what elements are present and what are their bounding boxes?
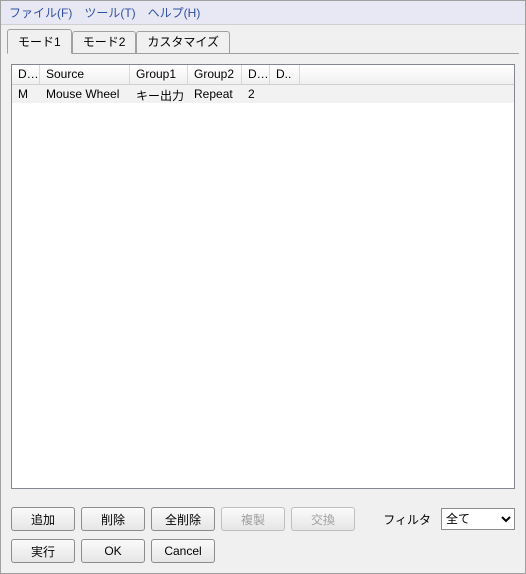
- col-d3[interactable]: D..: [270, 65, 300, 84]
- table-row[interactable]: M Mouse Wheel キー出力 Repeat 2: [12, 85, 514, 103]
- col-group1[interactable]: Group1: [130, 65, 188, 84]
- main-window: ファイル(F) ツール(T) ヘルプ(H) モード1 モード2 カスタマイズ D…: [0, 0, 526, 574]
- bottom-panel: 追加 削除 全削除 複製 交換 フィルタ 全て 実行 OK Cancel: [1, 499, 525, 573]
- menu-file[interactable]: ファイル(F): [9, 4, 72, 21]
- duplicate-button[interactable]: 複製: [221, 507, 285, 531]
- cell-group2: Repeat: [188, 85, 242, 103]
- delete-all-button[interactable]: 全削除: [151, 507, 215, 531]
- listview[interactable]: D.. Source Group1 Group2 D.. D.. M Mouse…: [11, 64, 515, 489]
- menu-help[interactable]: ヘルプ(H): [148, 4, 201, 21]
- listview-body[interactable]: M Mouse Wheel キー出力 Repeat 2: [12, 85, 514, 488]
- col-group2[interactable]: Group2: [188, 65, 242, 84]
- cancel-button[interactable]: Cancel: [151, 539, 215, 563]
- tab-mode1[interactable]: モード1: [7, 29, 72, 54]
- cell-d3: [270, 85, 300, 103]
- cell-group1: キー出力: [130, 85, 188, 103]
- tab-content: D.. Source Group1 Group2 D.. D.. M Mouse…: [1, 54, 525, 499]
- cell-source: Mouse Wheel: [40, 85, 130, 103]
- col-d2[interactable]: D..: [242, 65, 270, 84]
- button-row-1: 追加 削除 全削除 複製 交換 フィルタ 全て: [11, 507, 515, 531]
- swap-button[interactable]: 交換: [291, 507, 355, 531]
- tabstrip: モード1 モード2 カスタマイズ: [1, 25, 525, 53]
- col-source[interactable]: Source: [40, 65, 130, 84]
- cell-d1: M: [12, 85, 40, 103]
- execute-button[interactable]: 実行: [11, 539, 75, 563]
- col-d1[interactable]: D..: [12, 65, 40, 84]
- button-row-2: 実行 OK Cancel: [11, 539, 515, 563]
- cell-d2: 2: [242, 85, 270, 103]
- filter-label: フィルタ: [383, 511, 431, 528]
- filter-select[interactable]: 全て: [441, 508, 515, 530]
- add-button[interactable]: 追加: [11, 507, 75, 531]
- tab-customize[interactable]: カスタマイズ: [136, 31, 230, 53]
- menu-tool[interactable]: ツール(T): [84, 4, 135, 21]
- menubar: ファイル(F) ツール(T) ヘルプ(H): [1, 1, 525, 25]
- tab-mode2[interactable]: モード2: [72, 31, 137, 53]
- delete-button[interactable]: 削除: [81, 507, 145, 531]
- ok-button[interactable]: OK: [81, 539, 145, 563]
- listview-header: D.. Source Group1 Group2 D.. D..: [12, 65, 514, 85]
